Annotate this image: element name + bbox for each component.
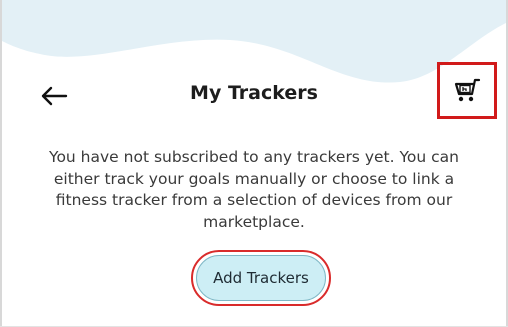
add-trackers-highlight: Add Trackers <box>191 250 331 306</box>
left-frame-border <box>0 0 2 327</box>
my-trackers-screen: My Trackers You have not subscribed to a… <box>0 0 508 327</box>
page-title: My Trackers <box>190 82 318 104</box>
shopping-cart-icon <box>454 78 481 102</box>
add-trackers-button[interactable]: Add Trackers <box>196 255 326 301</box>
no-trackers-message: You have not subscribed to any trackers … <box>49 148 459 231</box>
header-bar: My Trackers <box>0 60 508 132</box>
cart-button[interactable] <box>446 70 488 110</box>
